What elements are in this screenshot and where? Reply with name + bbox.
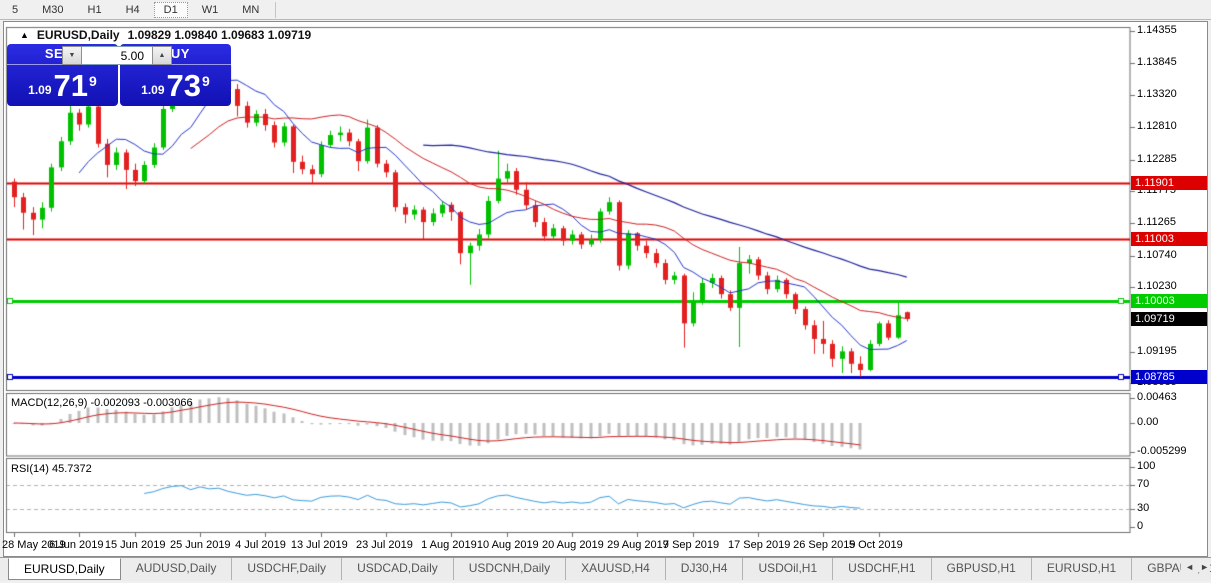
price-axis-label: 1.10740 [1137,249,1177,261]
date-axis-label: 25 Jun 2019 [170,539,231,551]
chart-tab-usdoil-h1[interactable]: USDOil,H1 [742,558,832,580]
date-axis-label: 13 Jul 2019 [291,539,348,551]
macd-axis-label: 0.00 [1137,416,1158,428]
price-axis-label: 1.10230 [1137,280,1177,292]
sell-price-sup: 9 [89,73,97,89]
chart-tab-usdchf-daily[interactable]: USDCHF,Daily [231,558,341,580]
chart-tab-usdcad-daily[interactable]: USDCAD,Daily [341,558,453,580]
date-axis-label: 17 Sep 2019 [728,539,790,551]
chart-tab-dj30-h4[interactable]: DJ30,H4 [665,558,743,580]
date-axis-label: 1 Aug 2019 [421,539,477,551]
hline-price-badge: 1.08785 [1131,370,1207,384]
hline-price-badge: 1.11003 [1131,232,1207,246]
sell-price: 1.09 71 9 [7,65,118,105]
price-axis-label: 1.14355 [1137,24,1177,36]
price-axis-label: 1.12285 [1137,153,1177,165]
buy-price-sup: 9 [202,73,210,89]
volume-increase-button[interactable]: ▲ [152,46,172,65]
date-axis-label: 23 Jul 2019 [356,539,413,551]
tab-scroll-right-icon[interactable]: ► [1200,562,1209,572]
date-axis-label: 20 Aug 2019 [542,539,604,551]
one-click-collapse-icon[interactable]: ▲ [20,30,29,40]
rsi-axis-label: 100 [1137,460,1155,472]
volume-decrease-button[interactable]: ▼ [62,46,82,65]
macd-axis-label: 0.00463 [1137,391,1177,403]
rsi-axis-label: 30 [1137,502,1149,514]
buy-price: 1.09 73 9 [120,65,231,105]
date-axis-label: 10 Aug 2019 [477,539,539,551]
tab-scroll-left-icon[interactable]: ◄ [1185,562,1194,572]
chart-symbol-title: EURUSD,Daily [37,28,120,42]
price-axis-label: 1.13320 [1137,88,1177,100]
price-axis-label: 1.13845 [1137,56,1177,68]
tab-scroll-arrows: ◄► [1181,562,1209,572]
chart-tab-xauusd-h4[interactable]: XAUUSD,H4 [565,558,665,580]
rsi-label: RSI(14) 45.7372 [11,463,92,475]
rsi-axis-label: 0 [1137,520,1143,532]
date-axis-label: 26 Sep 2019 [793,539,855,551]
chart-tab-gbpusd-h1[interactable]: GBPUSD,H1 [931,558,1031,580]
macd-axis-label: -0.005299 [1137,445,1187,457]
date-axis-label: 4 Jul 2019 [235,539,286,551]
chart-tab-usdcnh-daily[interactable]: USDCNH,Daily [453,558,565,580]
macd-label: MACD(12,26,9) -0.002093 -0.003066 [11,397,193,409]
sell-price-big: 71 [54,71,88,101]
price-axis-label: 1.11265 [1137,216,1176,228]
date-axis-label: 6 Jun 2019 [49,539,103,551]
current-price-badge: 1.09719 [1131,312,1207,326]
hline-price-badge: 1.11901 [1131,176,1207,190]
date-axis-label: 7 Sep 2019 [663,539,719,551]
chart-tab-eurusd-h1[interactable]: EURUSD,H1 [1031,558,1131,580]
rsi-axis-label: 70 [1137,478,1149,490]
hline-price-badge: 1.10003 [1131,294,1207,308]
chart-ohlc-readout: 1.09829 1.09840 1.09683 1.09719 [128,28,312,42]
date-axis-label: 5 Oct 2019 [849,539,903,551]
sell-price-small: 1.09 [28,79,51,101]
chart-tab-bar: EURUSD,DailyAUDUSD,DailyUSDCHF,DailyUSDC… [0,557,1211,581]
chart-tab-eurusd-daily[interactable]: EURUSD,Daily [8,558,121,580]
date-axis-label: 29 Aug 2019 [607,539,669,551]
chart-header: ▲ EURUSD,Daily 1.09829 1.09840 1.09683 1… [20,28,311,42]
buy-price-small: 1.09 [141,79,164,101]
chart-tab-audusd-daily[interactable]: AUDUSD,Daily [121,558,232,580]
volume-spinner: ▼ ▲ [62,46,172,65]
price-axis-label: 1.12810 [1137,120,1177,132]
date-axis-label: 15 Jun 2019 [105,539,166,551]
chart-tab-usdchf-h1[interactable]: USDCHF,H1 [832,558,930,580]
buy-price-big: 73 [167,71,201,101]
volume-input[interactable] [82,46,152,65]
price-axis-label: 1.09195 [1137,345,1177,357]
